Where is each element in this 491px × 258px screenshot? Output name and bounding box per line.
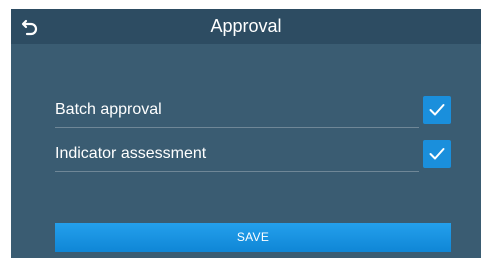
- checkmark-icon: [429, 148, 445, 160]
- row-divider: [55, 127, 419, 128]
- approval-screen: Approval Batch approval Indicator assess…: [11, 9, 481, 258]
- save-button[interactable]: SAVE: [55, 223, 451, 252]
- option-label-indicator-assessment: Indicator assessment: [55, 145, 207, 162]
- checkbox-indicator-assessment[interactable]: [423, 140, 451, 168]
- row-divider: [55, 171, 419, 172]
- checkmark-icon: [429, 104, 445, 116]
- option-label-batch-approval: Batch approval: [55, 101, 162, 118]
- option-row-batch-approval: Batch approval: [55, 96, 451, 128]
- option-row-indicator-assessment: Indicator assessment: [55, 140, 451, 172]
- page-title: Approval: [210, 16, 282, 36]
- checkbox-batch-approval[interactable]: [423, 96, 451, 124]
- header-bar: Approval: [11, 9, 481, 44]
